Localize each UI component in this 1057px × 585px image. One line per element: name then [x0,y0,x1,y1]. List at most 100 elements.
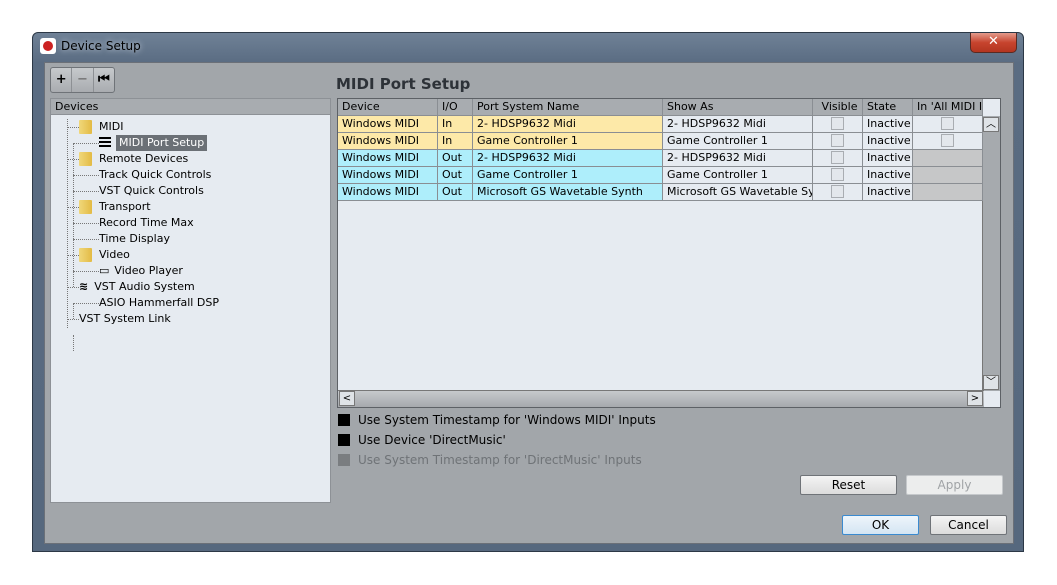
add-button[interactable]: + [51,68,73,92]
visible-cell[interactable] [813,167,863,184]
tree-item-label: MIDI [99,120,124,133]
checkbox[interactable] [941,117,954,130]
in-all-midi-cell[interactable] [913,133,983,150]
tree-connector [73,143,99,144]
tree-connector [73,191,99,192]
checkbox[interactable] [831,185,844,198]
option-checkbox[interactable]: Use Device 'DirectMusic' [338,433,506,447]
remove-button[interactable]: − [72,68,94,92]
tree-connector [73,303,74,319]
tree-item[interactable]: MIDI [79,119,123,135]
io-cell: In [438,133,473,150]
in-all-midi-cell[interactable] [913,167,983,184]
tree-item-label: Transport [99,200,151,213]
tree-item-label: Remote Devices [99,152,189,165]
column-header: Visible [813,99,863,116]
page-title: MIDI Port Setup [336,75,471,93]
tree-connector [67,287,79,288]
tree-connector [73,303,99,304]
cubase-logo-icon [40,38,56,54]
video-icon: ▭ [99,264,110,277]
tree-item-label: VST Quick Controls [99,184,204,197]
close-button[interactable]: ✕ [970,33,1017,53]
tree-item[interactable]: Record Time Max [99,215,194,231]
checkbox-icon[interactable] [338,414,350,426]
tree-connector [73,239,99,240]
state-cell: Inactive [863,150,913,167]
apply-button[interactable]: Apply [906,475,1003,495]
checkbox[interactable] [831,134,844,147]
scroll-left-button[interactable]: < [339,391,355,406]
option-label: Use System Timestamp for 'Windows MIDI' … [358,413,656,427]
option-label: Use System Timestamp for 'DirectMusic' I… [358,453,642,467]
midi-port-icon [99,137,111,149]
reset-button[interactable]: Reset [800,475,897,495]
tree-header: Devices [51,99,330,115]
tree-item[interactable]: ▭ Video Player [99,263,183,279]
folder-icon [79,120,92,134]
visible-cell[interactable] [813,150,863,167]
cancel-button[interactable]: Cancel [930,515,1007,535]
tree-item[interactable]: Remote Devices [79,151,188,167]
in-all-midi-cell[interactable] [913,116,983,133]
folder-icon [79,248,92,262]
table-row[interactable]: Windows MIDI Out 2- HDSP9632 Midi 2- HDSP96… [338,150,983,167]
horizontal-scrollbar[interactable]: < > [338,390,984,407]
checkbox-icon[interactable] [338,454,350,466]
checkbox[interactable] [831,151,844,164]
io-cell: Out [438,167,473,184]
checkbox-icon[interactable] [338,434,350,446]
tree-connector [67,119,68,328]
scroll-down-button[interactable]: ﹀ [983,375,999,390]
checkbox[interactable] [941,134,954,147]
checkbox[interactable] [831,117,844,130]
tree-item[interactable]: MIDI Port Setup [99,135,208,151]
checkbox[interactable] [831,168,844,181]
show-as-cell[interactable]: Game Controller 1 [663,133,813,150]
reset-device-button[interactable]: ⏮ [94,68,114,92]
table-row[interactable]: Windows MIDI Out Game Controller 1 Game Con… [338,167,983,184]
io-cell: Out [438,150,473,167]
column-header: Device [338,99,438,116]
tree-item[interactable]: ASIO Hammerfall DSP [99,295,219,311]
tree-item-label: ASIO Hammerfall DSP [99,296,219,309]
devices-tree: Devices MIDI MIDI Port Setup Remote Device… [50,98,331,503]
show-as-cell[interactable]: Game Controller 1 [663,167,813,184]
table-row[interactable]: Windows MIDI In Game Controller 1 Game Cont… [338,133,983,150]
state-cell: Inactive [863,167,913,184]
tree-item[interactable]: VST System Link [79,311,171,327]
tree-item[interactable]: Track Quick Controls [99,167,211,183]
show-as-cell[interactable]: 2- HDSP9632 Midi [663,116,813,133]
table-row[interactable]: Windows MIDI Out Microsoft GS Wavetable Sy… [338,184,983,201]
show-as-cell[interactable]: 2- HDSP9632 Midi [663,150,813,167]
tree-item[interactable]: ≋ VST Audio System [79,279,195,295]
show-as-cell[interactable]: Microsoft GS Wavetable Synth [663,184,813,201]
option-checkbox[interactable]: Use System Timestamp for 'DirectMusic' I… [338,453,642,467]
option-checkbox[interactable]: Use System Timestamp for 'Windows MIDI' … [338,413,656,427]
scroll-up-button[interactable]: ︿ [983,117,999,132]
visible-cell[interactable] [813,184,863,201]
vertical-scrollbar[interactable]: ︿ ﹀ [982,116,1000,391]
scroll-right-button[interactable]: > [967,391,983,406]
midi-port-table: ︿ ﹀ < > Device I/O Port System Name Show As… [337,98,1001,408]
tree-item[interactable]: Transport [79,199,151,215]
table-header: Device I/O Port System Name Show As Visible S… [338,99,983,116]
tree-item-label: Video [99,248,130,261]
visible-cell[interactable] [813,133,863,150]
visible-cell[interactable] [813,116,863,133]
tree-item[interactable]: VST Quick Controls [99,183,204,199]
port-name-cell: 2- HDSP9632 Midi [473,116,663,133]
table-row[interactable]: Windows MIDI In 2- HDSP9632 Midi 2- HDSP963… [338,116,983,133]
tree-item[interactable]: Video [79,247,130,263]
ok-button[interactable]: OK [842,515,919,535]
tree-item[interactable]: Time Display [99,231,170,247]
in-all-midi-cell[interactable] [913,150,983,167]
tree-item-label: VST Audio System [94,280,195,293]
state-cell: Inactive [863,116,913,133]
tree-connector [73,239,74,287]
device-cell: Windows MIDI [338,150,438,167]
in-all-midi-cell[interactable] [913,184,983,201]
port-name-cell: 2- HDSP9632 Midi [473,150,663,167]
tree-connector [73,175,99,176]
column-header: In 'All MIDI Inputs' [913,99,983,116]
